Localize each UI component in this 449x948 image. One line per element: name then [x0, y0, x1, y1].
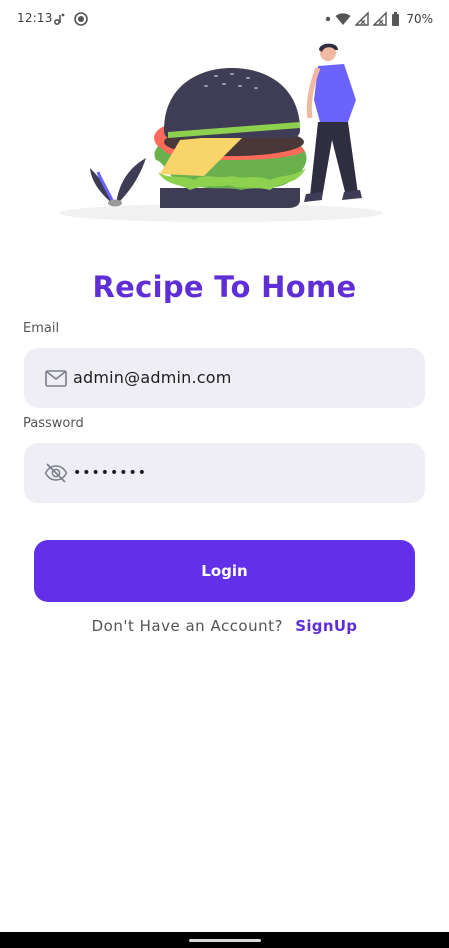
login-button[interactable]: Login: [34, 540, 415, 602]
signal-icon: [373, 11, 388, 26]
eye-off-icon[interactable]: [44, 461, 68, 485]
battery-icon: [392, 12, 400, 26]
signup-prompt: Don't Have an Account?: [91, 617, 283, 635]
battery-percent: 70%: [406, 12, 433, 26]
status-time: 12:13: [17, 11, 53, 25]
signup-row: Don't Have an Account? SignUp: [0, 617, 449, 635]
signal-icon: [355, 11, 370, 26]
status-bar: 12:13 70%: [0, 0, 449, 38]
mail-icon: [45, 370, 67, 387]
burger-icon: [154, 68, 307, 208]
password-field[interactable]: ••••••••: [24, 443, 425, 503]
email-value[interactable]: admin@admin.com: [73, 348, 232, 408]
password-value[interactable]: ••••••••: [73, 443, 147, 503]
signup-link[interactable]: SignUp: [295, 617, 357, 635]
status-left-icons: [53, 12, 88, 26]
status-right-icons: 70%: [325, 11, 433, 27]
email-field[interactable]: admin@admin.com: [24, 348, 425, 408]
navigation-bar: [0, 932, 449, 948]
app-title: Recipe To Home: [92, 270, 357, 304]
home-gesture-handle[interactable]: [189, 939, 261, 942]
record-icon: [74, 12, 88, 26]
voicemail-icon: [53, 13, 65, 26]
leaf-plant-icon: [90, 158, 146, 207]
burger-illustration: [59, 43, 383, 222]
email-label: Email: [23, 321, 60, 336]
wifi-icon: [335, 13, 351, 25]
password-label: Password: [23, 416, 84, 431]
person-icon: [304, 43, 362, 202]
dot-icon: [326, 16, 331, 22]
